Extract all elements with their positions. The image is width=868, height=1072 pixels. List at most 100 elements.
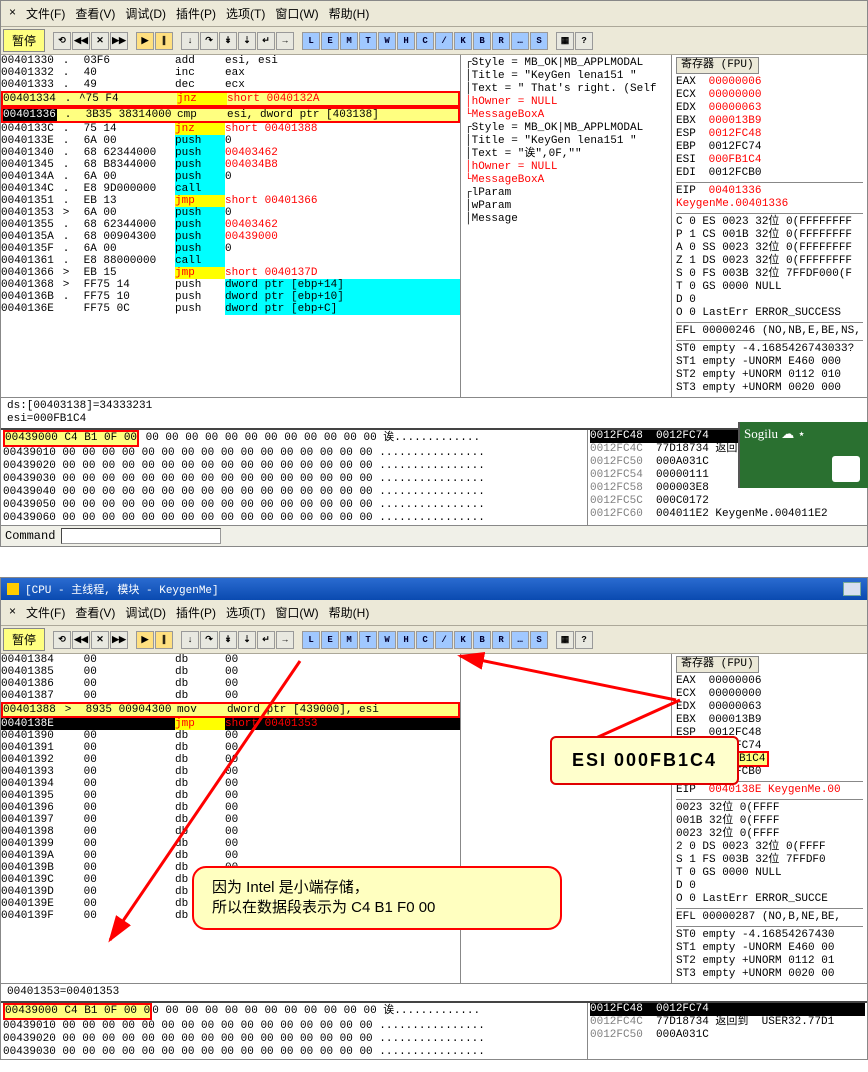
menu-file[interactable]: 文件(F) [22,3,69,24]
disasm-row[interactable]: 00401391 00db00 [1,742,460,754]
disasm-row[interactable]: 00401388> 8935 00904300movdword ptr [439… [1,702,460,718]
disasm-row[interactable]: 00401334.^75 F4jnzshort 0040132A [1,91,460,107]
disasm-row[interactable]: 00401394 00db00 [1,778,460,790]
disasm-row[interactable]: 00401361. E8 88000000call [1,255,460,267]
tb2-stepinto[interactable]: ↓ [181,631,199,649]
hex-dump[interactable]: 00439000 C4 B1 0F 00 00 00 00 00 00 00 0… [1,430,587,525]
disasm-row[interactable]: 00401353> 6A 00push0 [1,207,460,219]
dump-row[interactable]: 00439030 00 00 00 00 00 00 00 00 00 00 0… [3,1046,585,1059]
disassembly-pane[interactable]: 00401330. 03F6addesi, esi00401332. 40inc… [1,55,461,397]
disasm-row[interactable]: 00401340. 68 62344000push00403462 [1,147,460,159]
tb2-back[interactable]: ◀◀ [72,631,90,649]
tb-R[interactable]: R [492,32,510,50]
tb2-restart[interactable]: ⟲ [53,631,71,649]
disasm-row[interactable]: 00401385 00db00 [1,666,460,678]
tb-H[interactable]: H [397,32,415,50]
disasm-row[interactable]: 0040135A. 68 00904300push00439000 [1,231,460,243]
disasm-row[interactable]: 00401395 00db00 [1,790,460,802]
tb2-opt1[interactable]: ▦ [556,631,574,649]
disasm-row[interactable]: 00401368> FF75 14pushdword ptr [ebp+14] [1,279,460,291]
tb2-trace2[interactable]: ⇣ [238,631,256,649]
tb2-run[interactable]: ▶ [136,631,154,649]
tb2-goto[interactable]: → [276,631,294,649]
dump-row[interactable]: 00439050 00 00 00 00 00 00 00 00 00 00 0… [3,499,585,512]
tb2-M[interactable]: M [340,631,358,649]
dump-row[interactable]: 00439010 00 00 00 00 00 00 00 00 00 00 0… [3,447,585,460]
menu-debug[interactable]: 调试(D) [121,3,170,24]
tb2-B[interactable]: B [473,631,491,649]
disasm-row[interactable]: 00401336. 3B35 38314000cmpesi, dword ptr… [1,107,460,123]
tb2-E[interactable]: E [321,631,339,649]
tb-trace2[interactable]: ⇣ [238,32,256,50]
tb-restart[interactable]: ⟲ [53,32,71,50]
tb2-W[interactable]: W [378,631,396,649]
menu-view-2[interactable]: 查看(V) [71,602,119,623]
dump-row[interactable]: 00439000 C4 B1 0F 00 00 00 00 00 00 00 0… [3,430,585,447]
registers-pane-2[interactable]: 寄存器 (FPU) EAX 00000006ECX 00000000EDX 00… [672,654,867,983]
tb2-stop[interactable]: ✕ [91,631,109,649]
dump-row[interactable]: 00439040 00 00 00 00 00 00 00 00 00 00 0… [3,486,585,499]
disasm-row[interactable]: 00401332. 40inceax [1,67,460,79]
hex-dump-2[interactable]: 00439000 C4 B1 0F 00 00 00 00 00 00 00 0… [1,1003,587,1059]
disasm-row[interactable]: 00401396 00db00 [1,802,460,814]
tb-opt2[interactable]: ? [575,32,593,50]
disasm-row[interactable]: 0040133E. 6A 00push0 [1,135,460,147]
tb-M[interactable]: M [340,32,358,50]
stack-row[interactable]: 0012FC50 000A031C [590,1029,865,1042]
tb2-stepover[interactable]: ↷ [200,631,218,649]
tb2-dots[interactable]: … [511,631,529,649]
stack-view-2[interactable]: 0012FC48 0012FC740012FC4C 77D18734 返回到 U… [587,1003,867,1059]
tb-K[interactable]: K [454,32,472,50]
tb-stepover[interactable]: ↷ [200,32,218,50]
tb2-H[interactable]: H [397,631,415,649]
tb2-fwd[interactable]: ▶▶ [110,631,128,649]
disasm-row[interactable]: 00401390 00db00 [1,730,460,742]
disassembly-pane-2[interactable]: 00401384 00db0000401385 00db0000401386 0… [1,654,461,983]
minimize-button[interactable] [843,582,861,596]
dump-row[interactable]: 00439010 00 00 00 00 00 00 00 00 00 00 0… [3,1020,585,1033]
tb-dots[interactable]: … [511,32,529,50]
disasm-row[interactable]: 00401384 00db00 [1,654,460,666]
disasm-row[interactable]: 00401398 00db00 [1,826,460,838]
tb-opt1[interactable]: ▦ [556,32,574,50]
tb-T[interactable]: T [359,32,377,50]
tb-C[interactable]: C [416,32,434,50]
tb-W[interactable]: W [378,32,396,50]
menu-option-2[interactable]: 选项(T) [222,602,269,623]
stack-row[interactable]: 0012FC48 0012FC74 [590,1003,865,1016]
tb2-slash[interactable]: / [435,631,453,649]
menu-view[interactable]: 查看(V) [71,3,119,24]
disasm-row[interactable]: 00401355. 68 62344000push00403462 [1,219,460,231]
tb2-ret[interactable]: ↵ [257,631,275,649]
tb2-L[interactable]: L [302,631,320,649]
disasm-row[interactable]: 00401333. 49dececx [1,79,460,91]
disasm-row[interactable]: 0040134A. 6A 00push0 [1,171,460,183]
stack-row[interactable]: 0012FC60 004011E2 KeygenMe.004011E2 [590,508,865,521]
disasm-row[interactable]: 0040134C. E8 9D000000call [1,183,460,195]
dump-row[interactable]: 00439060 00 00 00 00 00 00 00 00 00 00 0… [3,512,585,525]
tb-E[interactable]: E [321,32,339,50]
stack-row[interactable]: 0012FC5C 000C0172 [590,495,865,508]
tb-B[interactable]: B [473,32,491,50]
dump-row[interactable]: 00439020 00 00 00 00 00 00 00 00 00 00 0… [3,460,585,473]
tb2-T[interactable]: T [359,631,377,649]
disasm-row[interactable]: 00401366> EB 15jmpshort 0040137D [1,267,460,279]
tb2-R[interactable]: R [492,631,510,649]
menu-plugin-2[interactable]: 插件(P) [172,602,220,623]
menu-option[interactable]: 选项(T) [222,3,269,24]
disasm-row[interactable]: 00401393 00db00 [1,766,460,778]
tb-goto[interactable]: → [276,32,294,50]
disasm-row[interactable]: 00401392 00db00 [1,754,460,766]
registers-pane[interactable]: 寄存器 (FPU) EAX 00000006ECX 00000000EDX 00… [672,55,867,397]
disasm-row[interactable]: 0040136E FF75 0Cpushdword ptr [ebp+C] [1,303,460,315]
tb-slash[interactable]: / [435,32,453,50]
tb-trace1[interactable]: ↡ [219,32,237,50]
disasm-row[interactable]: 00401351. EB 13jmpshort 00401366 [1,195,460,207]
disasm-row[interactable]: 00401330. 03F6addesi, esi [1,55,460,67]
command-input[interactable] [61,528,221,544]
disasm-row[interactable]: 0040133C. 75 14jnzshort 00401388 [1,123,460,135]
dump-row[interactable]: 00439020 00 00 00 00 00 00 00 00 00 00 0… [3,1033,585,1046]
stack-row[interactable]: 0012FC4C 77D18734 返回到 USER32.77D1 [590,1016,865,1029]
tb-stop[interactable]: ✕ [91,32,109,50]
disasm-row[interactable]: 0040139A 00db00 [1,850,460,862]
